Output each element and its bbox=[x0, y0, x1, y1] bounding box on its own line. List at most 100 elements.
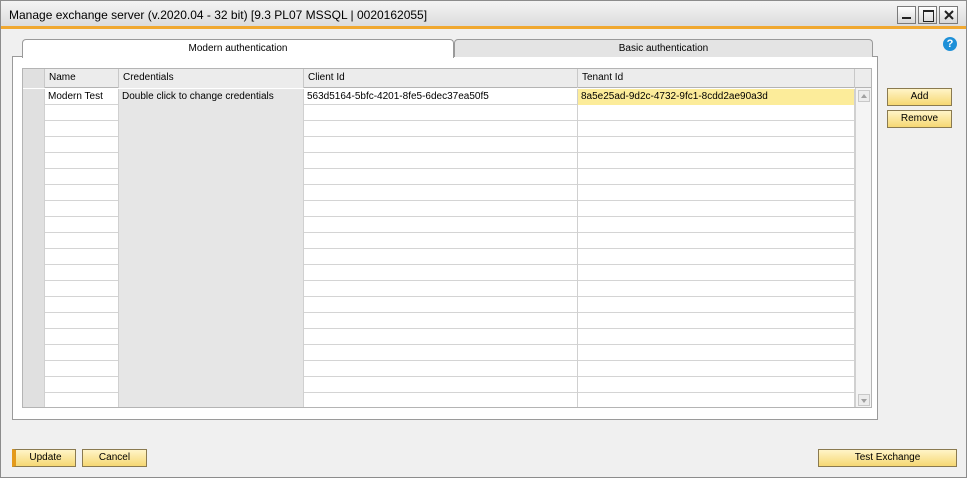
column-header-client-id[interactable]: Client Id bbox=[304, 69, 578, 88]
row-selector[interactable] bbox=[23, 297, 45, 313]
close-button[interactable] bbox=[939, 6, 958, 24]
cell-client-id[interactable] bbox=[304, 361, 578, 377]
cell-credentials[interactable]: Double click to change credentials bbox=[119, 89, 304, 105]
cell-tenant-id[interactable] bbox=[578, 393, 855, 407]
row-selector[interactable] bbox=[23, 393, 45, 407]
title-bar[interactable]: Manage exchange server (v.2020.04 - 32 b… bbox=[1, 1, 966, 29]
cell-credentials[interactable] bbox=[119, 137, 304, 153]
column-header-name[interactable]: Name bbox=[45, 69, 119, 88]
cell-tenant-id[interactable] bbox=[578, 217, 855, 233]
cell-client-id[interactable] bbox=[304, 297, 578, 313]
tab-basic-authentication[interactable]: Basic authentication bbox=[454, 39, 873, 57]
cell-name[interactable] bbox=[45, 121, 119, 137]
cell-client-id[interactable] bbox=[304, 249, 578, 265]
table-row[interactable] bbox=[23, 377, 855, 393]
table-row[interactable] bbox=[23, 233, 855, 249]
cell-name[interactable] bbox=[45, 281, 119, 297]
row-selector[interactable] bbox=[23, 361, 45, 377]
cell-name[interactable] bbox=[45, 153, 119, 169]
test-exchange-button[interactable]: Test Exchange bbox=[818, 449, 957, 467]
cell-name[interactable] bbox=[45, 201, 119, 217]
cell-name[interactable] bbox=[45, 265, 119, 281]
cell-tenant-id[interactable] bbox=[578, 345, 855, 361]
cell-name[interactable] bbox=[45, 185, 119, 201]
cell-name[interactable] bbox=[45, 249, 119, 265]
table-row[interactable] bbox=[23, 345, 855, 361]
row-selector[interactable] bbox=[23, 121, 45, 137]
table-row[interactable] bbox=[23, 265, 855, 281]
cell-credentials[interactable] bbox=[119, 201, 304, 217]
cell-client-id[interactable] bbox=[304, 121, 578, 137]
cell-name[interactable]: Modern Test bbox=[45, 89, 119, 105]
cell-tenant-id[interactable] bbox=[578, 377, 855, 393]
table-row[interactable] bbox=[23, 169, 855, 185]
table-row[interactable] bbox=[23, 121, 855, 137]
cell-name[interactable] bbox=[45, 233, 119, 249]
cell-credentials[interactable] bbox=[119, 265, 304, 281]
row-selector[interactable] bbox=[23, 329, 45, 345]
cell-credentials[interactable] bbox=[119, 313, 304, 329]
table-row[interactable] bbox=[23, 297, 855, 313]
row-selector[interactable] bbox=[23, 233, 45, 249]
cell-tenant-id[interactable] bbox=[578, 153, 855, 169]
cell-name[interactable] bbox=[45, 313, 119, 329]
update-button[interactable]: Update bbox=[12, 449, 76, 467]
cancel-button[interactable]: Cancel bbox=[82, 449, 147, 467]
cell-tenant-id[interactable] bbox=[578, 137, 855, 153]
maximize-button[interactable] bbox=[918, 6, 937, 24]
cell-tenant-id[interactable] bbox=[578, 201, 855, 217]
cell-credentials[interactable] bbox=[119, 233, 304, 249]
cell-tenant-id[interactable] bbox=[578, 185, 855, 201]
row-selector[interactable] bbox=[23, 89, 45, 105]
scroll-up-icon[interactable] bbox=[858, 90, 870, 102]
cell-name[interactable] bbox=[45, 345, 119, 361]
cell-credentials[interactable] bbox=[119, 217, 304, 233]
cell-client-id[interactable] bbox=[304, 393, 578, 407]
cell-credentials[interactable] bbox=[119, 345, 304, 361]
table-row[interactable] bbox=[23, 217, 855, 233]
row-selector[interactable] bbox=[23, 137, 45, 153]
cell-tenant-id[interactable] bbox=[578, 313, 855, 329]
cell-tenant-id[interactable] bbox=[578, 265, 855, 281]
cell-name[interactable] bbox=[45, 217, 119, 233]
row-selector[interactable] bbox=[23, 249, 45, 265]
cell-credentials[interactable] bbox=[119, 185, 304, 201]
cell-name[interactable] bbox=[45, 137, 119, 153]
cell-name[interactable] bbox=[45, 361, 119, 377]
cell-client-id[interactable] bbox=[304, 217, 578, 233]
row-selector[interactable] bbox=[23, 217, 45, 233]
row-selector[interactable] bbox=[23, 105, 45, 121]
cell-client-id[interactable] bbox=[304, 169, 578, 185]
cell-client-id[interactable]: 563d5164-5bfc-4201-8fe5-6dec37ea50f5 bbox=[304, 89, 578, 105]
row-selector[interactable] bbox=[23, 185, 45, 201]
cell-tenant-id[interactable]: 8a5e25ad-9d2c-4732-9fc1-8cdd2ae90a3d bbox=[578, 89, 855, 105]
cell-credentials[interactable] bbox=[119, 281, 304, 297]
cell-credentials[interactable] bbox=[119, 297, 304, 313]
cell-credentials[interactable] bbox=[119, 393, 304, 407]
table-row[interactable] bbox=[23, 201, 855, 217]
table-row[interactable] bbox=[23, 249, 855, 265]
add-button[interactable]: Add bbox=[887, 88, 952, 106]
cell-name[interactable] bbox=[45, 393, 119, 407]
cell-tenant-id[interactable] bbox=[578, 281, 855, 297]
table-row[interactable] bbox=[23, 361, 855, 377]
table-row[interactable] bbox=[23, 393, 855, 407]
table-row[interactable] bbox=[23, 153, 855, 169]
table-row[interactable] bbox=[23, 105, 855, 121]
table-row[interactable] bbox=[23, 329, 855, 345]
row-selector[interactable] bbox=[23, 313, 45, 329]
cell-name[interactable] bbox=[45, 297, 119, 313]
minimize-button[interactable] bbox=[897, 6, 916, 24]
table-row[interactable] bbox=[23, 281, 855, 297]
cell-client-id[interactable] bbox=[304, 201, 578, 217]
remove-button[interactable]: Remove bbox=[887, 110, 952, 128]
row-selector[interactable] bbox=[23, 377, 45, 393]
help-icon[interactable]: ? bbox=[943, 37, 957, 51]
cell-name[interactable] bbox=[45, 329, 119, 345]
row-selector[interactable] bbox=[23, 281, 45, 297]
cell-name[interactable] bbox=[45, 169, 119, 185]
tab-modern-authentication[interactable]: Modern authentication bbox=[22, 39, 454, 58]
cell-tenant-id[interactable] bbox=[578, 121, 855, 137]
cell-credentials[interactable] bbox=[119, 121, 304, 137]
cell-credentials[interactable] bbox=[119, 361, 304, 377]
